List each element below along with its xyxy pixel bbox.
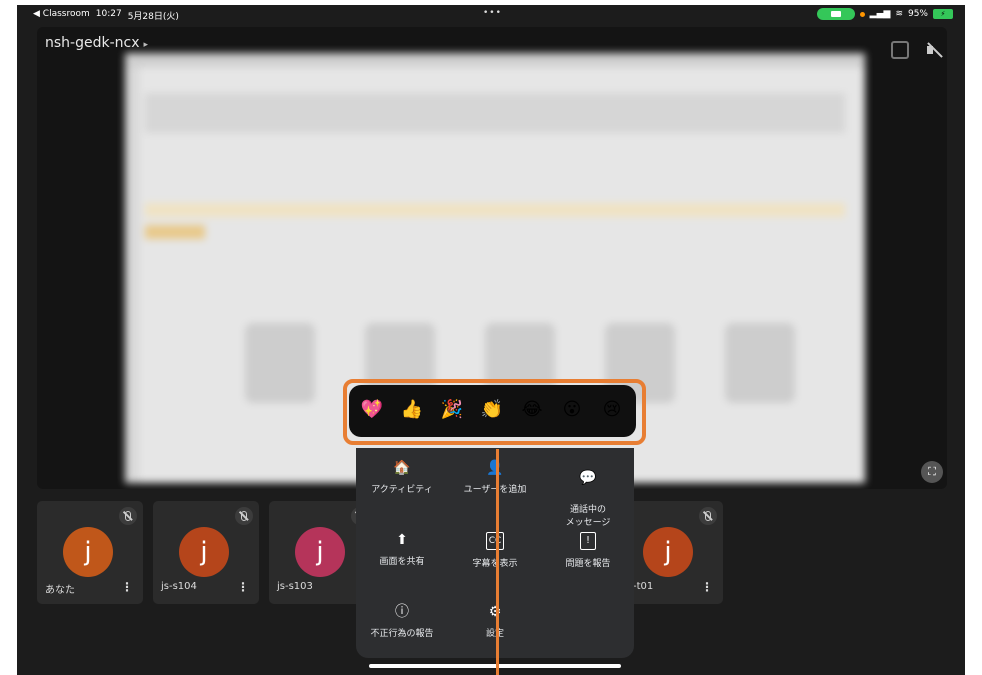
report-problem-icon: ! [580, 532, 596, 550]
avatar: j [643, 527, 693, 577]
avatar: j [179, 527, 229, 577]
participant-tile[interactable]: j js-s104 ⋮ [153, 501, 259, 604]
pin-icon[interactable] [891, 41, 909, 59]
settings-icon: ⚙ [488, 604, 502, 620]
captions-icon: CC [486, 532, 504, 550]
menu-item-share-screen[interactable]: ⬆ 画面を共有 [356, 532, 448, 567]
menu-item-captions[interactable]: CC 字幕を表示 [449, 532, 541, 569]
mic-in-use-dot-icon [859, 11, 865, 17]
menu-item-activities[interactable]: 🏠 アクティビティ [356, 460, 448, 495]
status-date: 5月28日(火) [127, 12, 179, 22]
menu-item-label: 設定 [485, 629, 504, 639]
multitasking-dots[interactable]: ••• [483, 8, 502, 18]
activities-icon: 🏠 [393, 460, 411, 476]
participant-tile-self[interactable]: j あなた ⋮ [37, 501, 143, 604]
fullscreen-icon[interactable]: ⛶ [921, 461, 943, 483]
avatar: j [63, 527, 113, 577]
menu-item-label: 不正行為の報告 [370, 629, 434, 639]
more-options-icon[interactable]: ⋮ [701, 580, 713, 594]
more-options-menu: 🏠 アクティビティ 👤 ユーザーを追加 💬 通話中の メッセージ ⬆ 画面を共有… [356, 448, 634, 658]
menu-item-label: 通話中の メッセージ [565, 505, 611, 528]
more-options-icon[interactable]: ⋮ [121, 580, 133, 594]
presenter-name[interactable]: nsh-gedk-ncx ▸ [45, 35, 148, 51]
avatar: j [295, 527, 345, 577]
mic-off-icon [699, 507, 717, 525]
meet-app-window: ◀ Classroom 10:27 5月28日(火) ••• ▂▄▆ ≋ 95%… [17, 5, 965, 675]
menu-item-report-abuse[interactable]: ⓘ 不正行為の報告 [356, 604, 448, 639]
speaker-muted-icon[interactable] [925, 41, 943, 59]
status-bar: ◀ Classroom 10:27 5月28日(火) ••• ▂▄▆ ≋ 95%… [17, 5, 965, 23]
menu-item-label: アクティビティ [371, 485, 433, 495]
participant-name: あなた [45, 585, 75, 596]
wifi-icon: ≋ [895, 9, 903, 19]
home-indicator[interactable] [369, 664, 621, 668]
participant-name: js-s103 [277, 581, 313, 592]
share-screen-icon: ⬆ [396, 532, 408, 548]
add-user-icon: 👤 [486, 460, 504, 476]
mic-off-icon [119, 507, 137, 525]
annotation-highlight-box [343, 379, 646, 445]
menu-item-in-call-messages[interactable]: 💬 通話中の メッセージ [542, 460, 634, 528]
participant-name: js-s104 [161, 581, 197, 592]
menu-item-label: 問題を報告 [565, 559, 611, 569]
report-abuse-icon: ⓘ [395, 604, 409, 620]
presenter-name-text: nsh-gedk-ncx [45, 35, 140, 51]
mic-off-icon [235, 507, 253, 525]
presenter-expand-icon[interactable]: ▸ [144, 40, 149, 50]
battery-percent: 95% [907, 9, 928, 19]
menu-item-settings[interactable]: ⚙ 設定 [449, 604, 541, 639]
menu-item-label: 字幕を表示 [472, 559, 518, 569]
battery-charging-icon: ⚡ [933, 9, 953, 19]
annotation-pointer-line [496, 449, 499, 675]
chat-icon: 💬 [579, 470, 597, 486]
status-time: 10:27 [95, 9, 122, 19]
menu-item-label: ユーザーを追加 [463, 485, 527, 495]
menu-item-add-user[interactable]: 👤 ユーザーを追加 [449, 460, 541, 495]
menu-item-report-problem[interactable]: ! 問題を報告 [542, 532, 634, 569]
signal-icon: ▂▄▆ [869, 9, 891, 19]
more-options-icon[interactable]: ⋮ [237, 580, 249, 594]
back-to-classroom-link[interactable]: ◀ Classroom [33, 9, 90, 22]
menu-item-label: 画面を共有 [379, 557, 425, 567]
camera-in-use-icon [816, 8, 855, 20]
